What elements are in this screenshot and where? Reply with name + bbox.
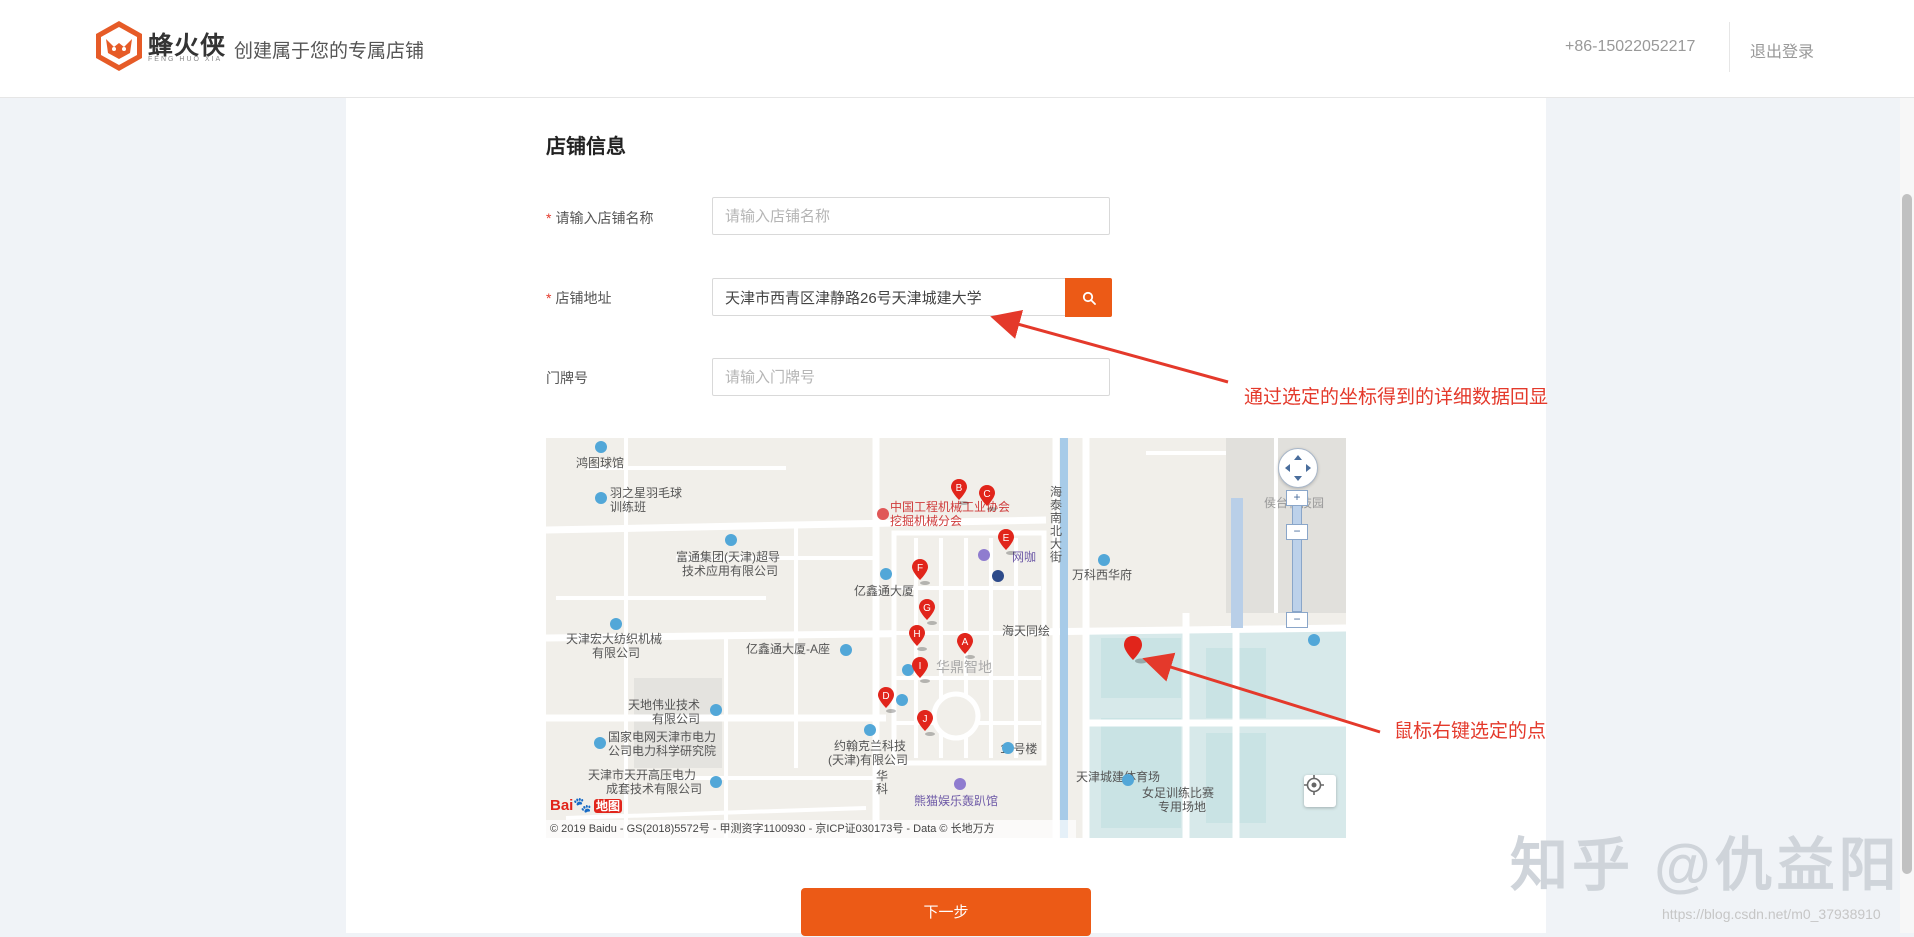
geolocate-button[interactable] <box>1304 775 1336 807</box>
svg-text:A: A <box>962 637 969 648</box>
map-result-pin-h[interactable]: H <box>908 624 930 652</box>
map-result-pin-c[interactable]: C <box>978 484 1000 512</box>
map-poi-label[interactable]: 天津城建体育场 <box>1076 770 1160 784</box>
svg-text:F: F <box>917 563 923 574</box>
svg-text:C: C <box>983 489 990 500</box>
map-poi-label[interactable]: 万科西华府 <box>1072 568 1132 582</box>
map-poi-label[interactable]: 亿鑫通大厦-A座 <box>746 642 830 656</box>
address-label: * 店铺地址 <box>546 290 612 306</box>
pan-arrows-icon <box>1285 455 1311 481</box>
map-poi-label[interactable]: 19号楼 <box>1000 742 1037 756</box>
map-poi-label[interactable]: (天津)有限公司 <box>828 753 908 767</box>
csdn-watermark: https://blog.csdn.net/m0_37938910 <box>1662 906 1881 922</box>
map-poi-label[interactable]: 公司电力科学研究院 <box>608 744 716 758</box>
map-poi-label[interactable]: 富通集团(天津)超导 <box>676 550 780 564</box>
map-result-pin-i[interactable]: I <box>911 656 933 684</box>
annotation-address-echo: 通过选定的坐标得到的详细数据回显 <box>1244 387 1549 408</box>
header-divider <box>1729 22 1730 72</box>
map-poi-label[interactable]: 训练班 <box>610 500 646 514</box>
svg-text:E: E <box>1003 533 1010 544</box>
map-poi-label[interactable]: 有限公司 <box>592 646 640 660</box>
selected-location-pin-icon[interactable] <box>1123 634 1147 664</box>
section-title: 店铺信息 <box>546 136 626 158</box>
page-scrollbar[interactable] <box>1900 98 1914 933</box>
header-slogan: 创建属于您的专属店铺 <box>234 41 425 62</box>
svg-text:D: D <box>882 691 889 702</box>
map-result-pin-g[interactable]: G <box>918 598 940 626</box>
map-result-pin-e[interactable]: E <box>997 528 1019 556</box>
baidu-map-logo[interactable]: Bai🐾 地图 <box>550 796 623 814</box>
logout-link[interactable]: 退出登录 <box>1750 38 1814 62</box>
zoom-out-button[interactable]: − <box>1286 612 1308 628</box>
zoom-slider-track[interactable] <box>1292 490 1302 612</box>
map-poi-label[interactable]: 约翰克兰科技 <box>834 739 906 753</box>
map-result-pin-d[interactable]: D <box>877 686 899 714</box>
address-input[interactable] <box>712 278 1068 316</box>
map-poi-label[interactable]: 海天同绘 <box>1002 624 1050 638</box>
door-number-input[interactable] <box>712 358 1110 396</box>
svg-text:J: J <box>923 714 928 725</box>
zoom-in-button[interactable]: + <box>1286 490 1308 506</box>
user-phone: +86-15022052217 <box>1565 38 1696 55</box>
required-mark: * <box>546 290 552 306</box>
required-mark: * <box>546 210 552 226</box>
address-search-button[interactable] <box>1065 278 1112 317</box>
scrollbar-thumb[interactable] <box>1902 194 1912 874</box>
door-number-label: 门牌号 <box>546 370 588 386</box>
locate-icon <box>1304 775 1324 795</box>
svg-text:I: I <box>919 661 922 672</box>
store-name-label: * 请输入店铺名称 <box>546 210 654 226</box>
map-result-pin-a[interactable]: A <box>956 632 978 660</box>
map-poi-label[interactable]: 天津市天开高压电力 <box>588 768 696 782</box>
map-result-pin-f[interactable]: F <box>911 558 933 586</box>
map-poi-label[interactable]: 天津宏大纺织机械 <box>566 632 662 646</box>
map-poi-label[interactable]: 华鼎智地 <box>936 660 992 674</box>
next-step-button[interactable]: 下一步 <box>801 888 1091 936</box>
map-poi-label[interactable]: 有限公司 <box>652 712 700 726</box>
map-copyright: © 2019 Baidu - GS(2018)5572号 - 甲测资字11009… <box>546 820 1076 838</box>
map-result-pin-b[interactable]: B <box>950 478 972 506</box>
map-poi-label[interactable]: 专用场地 <box>1158 800 1206 814</box>
zhihu-watermark: 知乎 @仇益阳 <box>1510 833 1901 898</box>
annotation-selected-point: 鼠标右键选定的点 <box>1394 721 1547 742</box>
map-road-label: 海泰南北大街 <box>1050 485 1063 564</box>
map-pan-control[interactable] <box>1278 448 1318 488</box>
zoom-slider-handle[interactable]: − <box>1286 524 1308 540</box>
map-result-pin-j[interactable]: J <box>916 709 938 737</box>
map-poi-label[interactable]: 熊猫娱乐轰趴馆 <box>914 794 998 808</box>
map-poi-label[interactable]: 女足训练比赛 <box>1142 786 1214 800</box>
svg-text:B: B <box>956 483 963 494</box>
map-poi-label[interactable]: 挖掘机械分会 <box>890 514 962 528</box>
map-poi-label[interactable]: 国家电网天津市电力 <box>608 730 716 744</box>
baidu-map[interactable]: 鸿图球馆 羽之星羽毛球 训练班 中国工程机械工业协会 挖掘机械分会 富通集团(天… <box>546 438 1346 838</box>
map-poi-label[interactable]: 羽之星羽毛球 <box>610 486 682 500</box>
svg-text:H: H <box>913 629 920 640</box>
store-name-input[interactable] <box>712 197 1110 235</box>
map-poi-label[interactable]: 天地伟业技术 <box>628 698 700 712</box>
map-poi-label[interactable]: 亿鑫通大厦 <box>854 584 914 598</box>
top-header: 蜂火侠 FENG HUO XIA 创建属于您的专属店铺 +86-15022052… <box>0 0 1914 98</box>
map-poi-label[interactable]: 技术应用有限公司 <box>682 564 778 578</box>
map-poi-label[interactable]: 成套技术有限公司 <box>606 782 702 796</box>
map-poi-label[interactable]: 鸿图球馆 <box>576 456 624 470</box>
fox-logo-icon[interactable] <box>92 19 146 73</box>
search-icon <box>1082 291 1096 305</box>
svg-text:G: G <box>923 603 931 614</box>
map-road-label: 华科 <box>876 769 889 796</box>
logo-subtitle: FENG HUO XIA <box>148 56 223 63</box>
